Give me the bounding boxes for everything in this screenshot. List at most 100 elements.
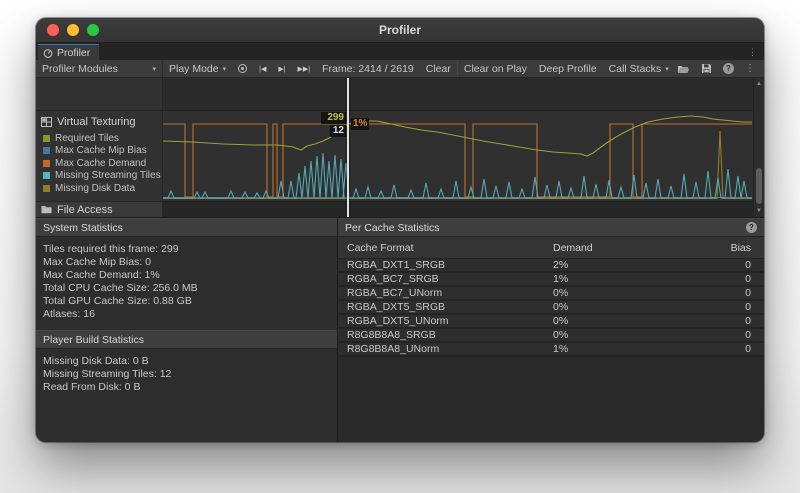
cell-bias: 0: [681, 329, 751, 341]
cell-demand: 0%: [553, 287, 681, 299]
details-region: System Statistics Tiles required this fr…: [36, 218, 764, 442]
system-statistics-body: Tiles required this frame: 299 Max Cache …: [36, 237, 337, 330]
tab-bar: Profiler ⋮: [36, 43, 764, 60]
chart-series-missing-streaming-tiles: [163, 153, 752, 198]
file-access-chart-strip: [163, 201, 764, 217]
chevron-down-icon: ▾: [152, 65, 156, 73]
column-cache-format[interactable]: Cache Format: [347, 242, 553, 254]
legend-item-max-cache-mip-bias[interactable]: Max Cache Mip Bias: [43, 145, 162, 158]
toolbar-menu-icon[interactable]: ⋮: [745, 64, 755, 74]
clear-on-play-toggle[interactable]: Clear on Play: [458, 60, 533, 77]
player-build-stat-line: Missing Disk Data: 0 B: [43, 355, 330, 368]
legend-color-chip: [43, 185, 50, 192]
table-row[interactable]: RGBA_BC7_SRGB1%0: [338, 273, 764, 287]
profiler-window: Profiler Profiler ⋮ Profiler Modules ▾ P…: [36, 18, 764, 442]
tooltip-required-tiles: 299: [321, 112, 346, 124]
load-profile-icon[interactable]: [677, 64, 690, 74]
deep-profile-toggle[interactable]: Deep Profile: [533, 60, 603, 77]
profiler-gauge-icon: [43, 48, 53, 58]
tab-menu-icon[interactable]: ⋮: [748, 48, 757, 57]
cell-demand: 0%: [553, 301, 681, 313]
profiler-modules-dropdown[interactable]: Profiler Modules ▾: [36, 60, 163, 77]
cell-bias: 0: [681, 343, 751, 355]
module-title: File Access: [57, 204, 113, 216]
charts-scrollbar[interactable]: ▲ ▼: [753, 78, 764, 217]
playhead-line[interactable]: [347, 78, 349, 217]
table-row[interactable]: R8G8B8A8_SRGB0%0: [338, 329, 764, 343]
vt-chart-canvas[interactable]: [163, 111, 764, 201]
previous-frame-button[interactable]: |◀: [253, 60, 272, 77]
table-row[interactable]: RGBA_DXT1_SRGB2%0: [338, 259, 764, 273]
record-icon: [238, 64, 247, 73]
cell-demand: 1%: [553, 273, 681, 285]
system-stat-line: Max Cache Demand: 1%: [43, 269, 330, 282]
scroll-down-icon[interactable]: ▼: [754, 208, 764, 214]
statistics-pane: System Statistics Tiles required this fr…: [36, 218, 338, 442]
cell-demand: 0%: [553, 315, 681, 327]
table-row[interactable]: R8G8B8A8_UNorm1%0: [338, 343, 764, 357]
zoom-button[interactable]: [87, 24, 99, 36]
clear-button[interactable]: Clear: [420, 60, 457, 77]
cell-demand: 1%: [553, 343, 681, 355]
tooltip-demand: 1%: [351, 118, 369, 130]
profiler-toolbar: Profiler Modules ▾ Play Mode ▾ |◀ ▶| ▶▶|…: [36, 60, 764, 78]
tab-label: Profiler: [57, 47, 90, 59]
tab-profiler[interactable]: Profiler: [38, 44, 99, 60]
next-frame-button[interactable]: ▶|: [272, 60, 291, 77]
minimize-button[interactable]: [67, 24, 79, 36]
cell-bias: 0: [681, 301, 751, 313]
virtual-texturing-header[interactable]: Virtual Texturing: [36, 115, 162, 130]
chart-series-required-tiles: [163, 116, 752, 156]
table-row[interactable]: RGBA_BC7_UNorm0%0: [338, 287, 764, 301]
cell-demand: 0%: [553, 329, 681, 341]
player-build-statistics-body: Missing Disk Data: 0 BMissing Streaming …: [36, 349, 337, 442]
legend-label: Required Tiles: [55, 133, 119, 144]
legend-color-chip: [43, 135, 50, 142]
help-icon[interactable]: ?: [746, 222, 757, 233]
per-cache-statistics-header: Per Cache Statistics ?: [338, 218, 764, 237]
call-stacks-dropdown[interactable]: Call Stacks ▾: [603, 60, 675, 77]
column-demand[interactable]: Demand: [553, 242, 681, 254]
file-access-module[interactable]: File Access: [36, 201, 162, 217]
scroll-up-icon[interactable]: ▲: [754, 81, 764, 87]
modules-sidebar: Virtual Texturing Required TilesMax Cach…: [36, 78, 163, 217]
legend-item-required-tiles[interactable]: Required Tiles: [43, 132, 162, 145]
legend-label: Missing Disk Data: [55, 183, 135, 194]
previous-module-strip: [36, 78, 162, 111]
cell-format: RGBA_BC7_UNorm: [347, 287, 553, 299]
help-icon[interactable]: ?: [723, 63, 734, 74]
cell-format: RGBA_DXT5_UNorm: [347, 315, 553, 327]
vt-chart-area[interactable]: 299 12 1% ▲ ▼: [163, 78, 764, 217]
virtual-texturing-module[interactable]: Virtual Texturing Required TilesMax Cach…: [36, 111, 162, 201]
system-stat-line: Tiles required this frame: 299: [43, 243, 330, 256]
legend-label: Max Cache Mip Bias: [55, 145, 147, 156]
virtual-texturing-icon: [41, 117, 52, 127]
column-bias[interactable]: Bias: [681, 242, 751, 254]
legend-item-missing-streaming-tiles[interactable]: Missing Streaming Tiles: [43, 170, 162, 183]
last-frame-icon: ▶▶|: [298, 65, 311, 73]
cell-format: RGBA_DXT1_SRGB: [347, 259, 553, 271]
legend-item-max-cache-demand[interactable]: Max Cache Demand: [43, 157, 162, 170]
module-title: Virtual Texturing: [57, 116, 135, 128]
chevron-down-icon: ▾: [665, 65, 669, 73]
record-button[interactable]: [232, 60, 253, 77]
legend-color-chip: [43, 160, 50, 167]
titlebar[interactable]: Profiler: [36, 18, 764, 43]
charts-region: Virtual Texturing Required TilesMax Cach…: [36, 78, 764, 218]
per-cache-table-body: RGBA_DXT1_SRGB2%0RGBA_BC7_SRGB1%0RGBA_BC…: [338, 259, 764, 357]
play-mode-dropdown[interactable]: Play Mode ▾: [163, 60, 232, 77]
current-frame-button[interactable]: ▶▶|: [292, 60, 317, 77]
player-build-statistics-header: Player Build Statistics: [36, 330, 337, 349]
legend-label: Max Cache Demand: [55, 158, 146, 169]
save-profile-icon[interactable]: [701, 63, 712, 74]
close-button[interactable]: [47, 24, 59, 36]
system-stat-line: Total GPU Cache Size: 0.88 GB: [43, 295, 330, 308]
cell-format: R8G8B8A8_SRGB: [347, 329, 553, 341]
scrollbar-thumb[interactable]: [756, 168, 762, 204]
legend-item-missing-disk-data[interactable]: Missing Disk Data: [43, 182, 162, 195]
table-row[interactable]: RGBA_DXT5_SRGB0%0: [338, 301, 764, 315]
vt-legend: Required TilesMax Cache Mip Bias Max Cach…: [36, 130, 162, 195]
cell-bias: 0: [681, 259, 751, 271]
table-row[interactable]: RGBA_DXT5_UNorm0%0: [338, 315, 764, 329]
vt-chart-svg: [163, 111, 752, 201]
